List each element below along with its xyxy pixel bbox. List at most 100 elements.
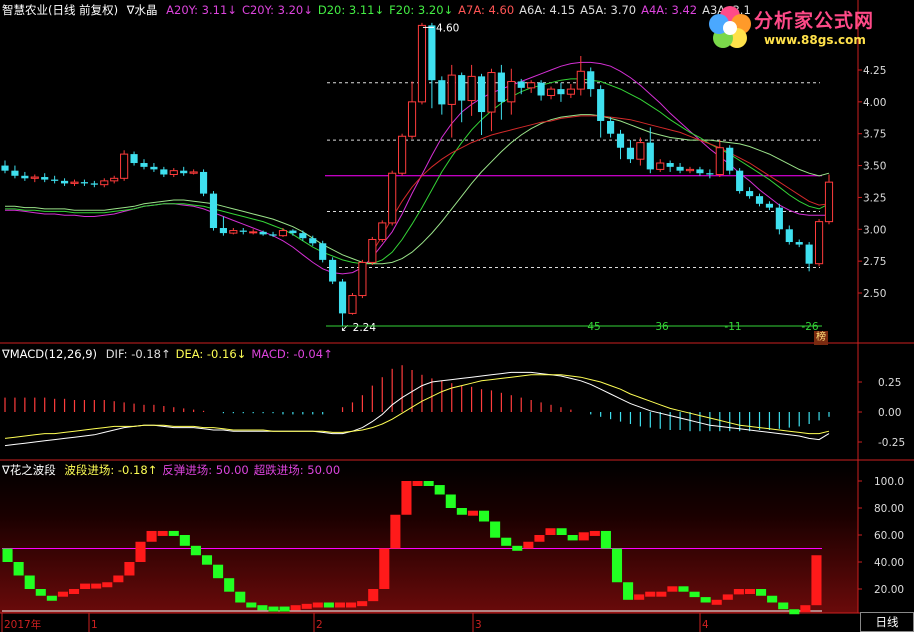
date-tick-label: 2017年 xyxy=(4,618,41,631)
candle xyxy=(507,68,516,115)
candle-body xyxy=(1,165,9,171)
candle xyxy=(785,225,793,245)
candle-body xyxy=(329,259,337,282)
candle xyxy=(726,145,734,175)
candle xyxy=(755,193,764,207)
date-tick-label: 3 xyxy=(475,619,482,631)
candle xyxy=(407,81,417,139)
main-header-value-0: A20Y: 3.11↓ xyxy=(166,3,237,17)
candle xyxy=(824,174,834,225)
wave-block xyxy=(501,537,512,546)
candle-body xyxy=(229,230,238,234)
candle-body xyxy=(417,24,427,103)
wave-header-value-0: 波段进场: -0.18↑ xyxy=(64,463,158,477)
wave-block xyxy=(722,594,733,600)
wave-block xyxy=(2,548,13,562)
period-button[interactable]: 日线 xyxy=(860,612,914,632)
candle-body xyxy=(169,170,178,175)
candle-body xyxy=(715,147,724,175)
candle-body xyxy=(80,182,88,184)
price-tick-label: 3.75 xyxy=(863,129,886,141)
candle-body xyxy=(299,233,307,239)
wave-block xyxy=(711,599,722,605)
candle-body xyxy=(398,135,407,174)
wave-block xyxy=(146,530,157,542)
ma-line-C20Y xyxy=(5,78,830,265)
wave-block xyxy=(35,589,46,596)
candle xyxy=(656,159,665,172)
count-label: 36 xyxy=(655,321,669,333)
wave-block xyxy=(733,589,744,595)
main-header-value-7: A4A: 3.42 xyxy=(641,3,698,17)
candle-body xyxy=(199,171,208,194)
candle xyxy=(557,82,565,102)
wave-block xyxy=(379,548,390,589)
stock-chart-window: 4.60 ↙ 2.24 45 36 -11 -26 2.50 2.75 3.00 3.25 3.5… xyxy=(0,0,914,632)
wave-block xyxy=(80,583,91,589)
macd-header-value-1: DEA: -0.16↓ xyxy=(175,347,247,361)
wave-block xyxy=(744,589,756,594)
wave-header-value-1: 反弹进场: 50.00 xyxy=(162,463,249,477)
candle xyxy=(497,64,505,120)
candle xyxy=(487,68,496,132)
count-label: 45 xyxy=(587,321,600,333)
macd-indicator-name[interactable]: ∇MACD(12,26,9) xyxy=(2,347,97,361)
wave-block xyxy=(57,591,68,597)
wave-block xyxy=(190,545,201,556)
wave-indicator-name[interactable]: ∇花之波段 xyxy=(2,463,56,477)
candle xyxy=(358,259,367,299)
wave-block xyxy=(201,555,213,565)
candle-body xyxy=(378,222,387,240)
candle-body xyxy=(607,120,615,134)
date-tick-label: 4 xyxy=(702,619,709,631)
macd-header-value-0: DIF: -0.18↑ xyxy=(105,347,171,361)
date-tick-label: 2 xyxy=(316,619,323,631)
wave-block xyxy=(678,586,689,592)
candle-body xyxy=(309,238,317,244)
candle-body xyxy=(765,203,774,208)
candle xyxy=(70,179,79,186)
wave-header-value-2: 超跌进场: 50.00 xyxy=(253,463,341,477)
candle-body xyxy=(746,191,754,197)
candle xyxy=(229,228,238,235)
wave-block xyxy=(556,528,567,535)
candlestick-panel: 4.60↙ 2.24 45 36 -11 -26 xyxy=(1,22,834,334)
wave-tick-label: 80.00 xyxy=(874,503,904,515)
main-header-value-6: A5A: 3.70 xyxy=(580,3,637,17)
logo-url: www.88gs.com xyxy=(764,33,866,47)
candle-body xyxy=(120,153,129,179)
candle-body xyxy=(90,183,98,185)
candle xyxy=(90,180,98,188)
candle xyxy=(30,174,39,183)
candle xyxy=(11,165,19,179)
indicator-name[interactable]: ∇水晶 xyxy=(127,3,158,17)
candle xyxy=(587,67,595,97)
main-header-value-5: A6A: 4.15 xyxy=(519,3,576,17)
candle xyxy=(348,293,357,315)
wave-block xyxy=(490,521,501,538)
candle xyxy=(80,179,88,186)
candle-body xyxy=(428,25,436,81)
wave-header: ∇花之波段 波段进场: -0.18↑ 反弹进场: 50.00 超跌进场: 50.00 xyxy=(2,462,345,478)
price-tick-label: 3.25 xyxy=(863,192,886,204)
candle-body xyxy=(150,166,158,170)
wave-block xyxy=(412,481,423,486)
wave-block xyxy=(434,485,445,495)
rank-badge[interactable]: 榜 xyxy=(814,331,828,345)
price-tick-label: 3.00 xyxy=(863,224,886,236)
watermark-logo: 分析家公式网 www.88gs.com xyxy=(706,4,906,56)
candle-body xyxy=(685,168,695,172)
wave-block xyxy=(800,605,811,612)
price-tick-label: 4.00 xyxy=(863,97,886,109)
candle xyxy=(706,169,714,179)
candle-body xyxy=(626,147,635,160)
candle-body xyxy=(587,71,595,90)
candle-body xyxy=(41,177,49,180)
candle xyxy=(130,151,138,166)
candle-body xyxy=(736,170,744,192)
date-tick-label: 1 xyxy=(91,619,98,631)
wave-block xyxy=(357,601,368,607)
wave-block xyxy=(467,510,478,516)
candle xyxy=(140,159,148,170)
candle xyxy=(100,178,109,188)
